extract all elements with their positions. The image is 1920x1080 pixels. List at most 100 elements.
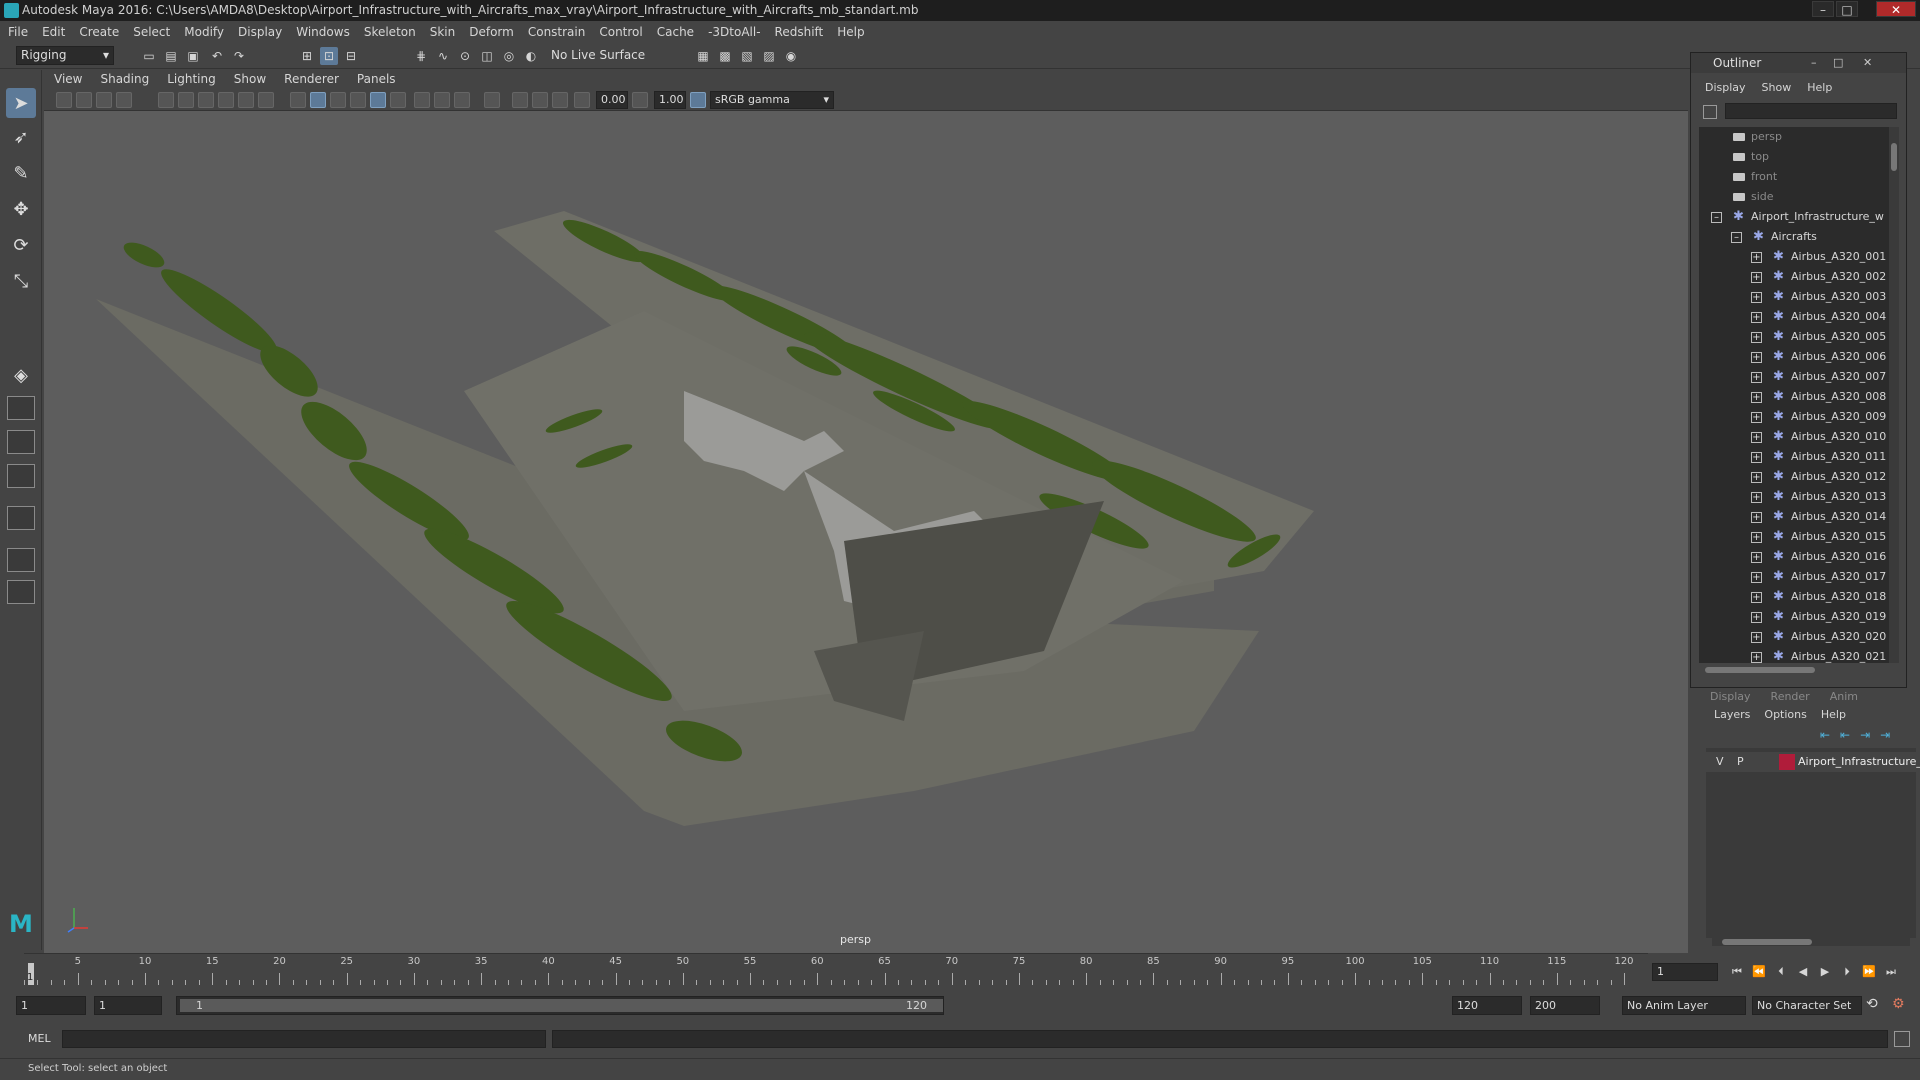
layer-menu-layers[interactable]: Layers <box>1714 708 1750 726</box>
isolate-select-icon[interactable] <box>484 92 500 108</box>
outliner-item-aircraft[interactable]: + ✱ Airbus_A320_002 <box>1699 267 1889 287</box>
menu-file[interactable]: File <box>8 25 28 39</box>
two-pane-layout-icon[interactable] <box>7 430 35 454</box>
make-live-icon[interactable]: ◐ <box>522 47 540 65</box>
outliner-item-side[interactable]: side <box>1699 187 1889 207</box>
outliner-item-aircrafts[interactable]: – ✱ Aircrafts <box>1699 227 1889 247</box>
field-chart-icon[interactable] <box>238 92 254 108</box>
panel-menu-renderer[interactable]: Renderer <box>284 72 339 86</box>
hypershade-icon[interactable]: ◉ <box>782 47 800 65</box>
shadows-icon[interactable] <box>390 92 406 108</box>
snap-view-icon[interactable]: ◫ <box>478 47 496 65</box>
animation-end-field[interactable]: 200 <box>1530 996 1600 1015</box>
mel-label[interactable]: MEL <box>28 1032 51 1045</box>
expand-icon[interactable]: + <box>1751 532 1762 543</box>
gamma-field[interactable]: 1.00 <box>654 91 686 109</box>
outliner-menu-display[interactable]: Display <box>1705 81 1746 99</box>
menu-windows[interactable]: Windows <box>296 25 350 39</box>
menu-modify[interactable]: Modify <box>184 25 224 39</box>
grid-icon[interactable] <box>158 92 174 108</box>
play-forwards-icon[interactable]: ▶ <box>1816 963 1834 981</box>
wireframe-on-shaded-icon[interactable] <box>330 92 346 108</box>
layer-menu-help[interactable]: Help <box>1821 708 1846 726</box>
layer-name[interactable]: Airport_Infrastructure_ <box>1798 755 1920 768</box>
snap-surface-icon[interactable]: ◎ <box>500 47 518 65</box>
wireframe-icon[interactable] <box>290 92 306 108</box>
xray-icon[interactable] <box>414 92 430 108</box>
menu-edit[interactable]: Edit <box>42 25 65 39</box>
live-surface-label[interactable]: No Live Surface <box>551 48 645 62</box>
step-back-frame-icon[interactable]: ⏴ <box>1772 963 1790 981</box>
refresh-icon[interactable] <box>1703 105 1717 119</box>
new-scene-icon[interactable]: ▭ <box>140 47 158 65</box>
save-scene-icon[interactable]: ▣ <box>184 47 202 65</box>
backface-icon[interactable] <box>454 92 470 108</box>
snap-grid-icon[interactable]: ⋕ <box>412 47 430 65</box>
redo-icon[interactable]: ↷ <box>230 47 248 65</box>
maximize-button[interactable]: □ <box>1836 1 1858 17</box>
gamma-icon[interactable] <box>632 92 648 108</box>
outliner-item-aircraft[interactable]: + ✱ Airbus_A320_005 <box>1699 327 1889 347</box>
outliner-item-aircraft[interactable]: + ✱ Airbus_A320_001 <box>1699 247 1889 267</box>
select-tool-icon[interactable]: ➤ <box>6 88 36 118</box>
animation-start-field[interactable]: 1 <box>16 996 86 1015</box>
outliner-item-aircraft[interactable]: + ✱ Airbus_A320_019 <box>1699 607 1889 627</box>
film-gate-icon[interactable] <box>178 92 194 108</box>
go-to-end-icon[interactable]: ⏭ <box>1882 963 1900 981</box>
playback-start-field[interactable]: 1 <box>94 996 162 1015</box>
lasso-tool-icon[interactable]: ➶ <box>6 122 36 152</box>
menu-skin[interactable]: Skin <box>430 25 456 39</box>
panel-menu-show[interactable]: Show <box>234 72 266 86</box>
gate-mask-icon[interactable] <box>218 92 234 108</box>
menu-create[interactable]: Create <box>79 25 119 39</box>
menu-redshift[interactable]: Redshift <box>775 25 824 39</box>
menu-help[interactable]: Help <box>837 25 864 39</box>
anim-layer-select[interactable]: No Anim Layer <box>1622 996 1746 1015</box>
resolution-gate-icon[interactable] <box>198 92 214 108</box>
step-forward-frame-icon[interactable]: ⏵ <box>1838 963 1856 981</box>
expand-icon[interactable]: + <box>1751 412 1762 423</box>
expand-icon[interactable]: + <box>1751 632 1762 643</box>
outliner-menu-help[interactable]: Help <box>1807 81 1832 99</box>
tab-anim[interactable]: Anim <box>1830 690 1858 704</box>
open-scene-icon[interactable]: ▤ <box>162 47 180 65</box>
expand-icon[interactable]: + <box>1751 452 1762 463</box>
outliner-close-icon[interactable]: ✕ <box>1863 56 1872 69</box>
layer-action-icons[interactable]: ⇤⇤⇥⇥ <box>1820 728 1900 742</box>
paint-select-icon[interactable]: ✎ <box>6 158 36 188</box>
outliner-item-aircraft[interactable]: + ✱ Airbus_A320_013 <box>1699 487 1889 507</box>
expand-icon[interactable]: + <box>1751 592 1762 603</box>
expand-icon[interactable]: + <box>1751 292 1762 303</box>
expand-icon[interactable]: + <box>1751 432 1762 443</box>
outliner-item-aircraft[interactable]: + ✱ Airbus_A320_012 <box>1699 467 1889 487</box>
outliner-scroll-thumb[interactable] <box>1891 143 1897 171</box>
perspective-viewport[interactable] <box>44 111 1688 953</box>
outliner-item-aircraft[interactable]: + ✱ Airbus_A320_015 <box>1699 527 1889 547</box>
expand-icon[interactable]: + <box>1751 572 1762 583</box>
menu-select[interactable]: Select <box>133 25 170 39</box>
panel-menu-shading[interactable]: Shading <box>100 72 149 86</box>
color-management-icon[interactable] <box>690 92 706 108</box>
outliner-item-aircraft[interactable]: + ✱ Airbus_A320_016 <box>1699 547 1889 567</box>
outliner-item-aircraft[interactable]: + ✱ Airbus_A320_008 <box>1699 387 1889 407</box>
select-component-icon[interactable]: ⊟ <box>342 47 360 65</box>
safe-action-icon[interactable] <box>258 92 274 108</box>
range-slider-handle[interactable] <box>180 999 943 1012</box>
outliner-item-aircraft[interactable]: + ✱ Airbus_A320_011 <box>1699 447 1889 467</box>
tab-render[interactable]: Render <box>1771 690 1810 704</box>
outliner-item-aircraft[interactable]: + ✱ Airbus_A320_010 <box>1699 427 1889 447</box>
layer-playback-toggle[interactable]: P <box>1737 755 1744 768</box>
minimize-button[interactable]: – <box>1812 1 1834 17</box>
outliner-menu-show[interactable]: Show <box>1762 81 1792 99</box>
tab-display[interactable]: Display <box>1710 690 1751 704</box>
time-slider[interactable]: 5 10 15 20 25 30 35 40 45 50 55 60 65 70 75 80 85 90 95 100… <box>24 953 1648 985</box>
outliner-item-aircraft[interactable]: + ✱ Airbus_A320_003 <box>1699 287 1889 307</box>
menu-skeleton[interactable]: Skeleton <box>364 25 416 39</box>
expand-icon[interactable]: + <box>1751 472 1762 483</box>
expand-icon[interactable]: + <box>1751 652 1762 663</box>
outliner-title-bar[interactable]: Outliner <box>1691 53 1906 73</box>
menu-set-select[interactable]: Rigging ▾ <box>16 46 114 65</box>
expand-icon[interactable]: + <box>1751 352 1762 363</box>
image-plane-icon[interactable] <box>116 92 132 108</box>
select-object-icon[interactable]: ⊡ <box>320 47 338 65</box>
